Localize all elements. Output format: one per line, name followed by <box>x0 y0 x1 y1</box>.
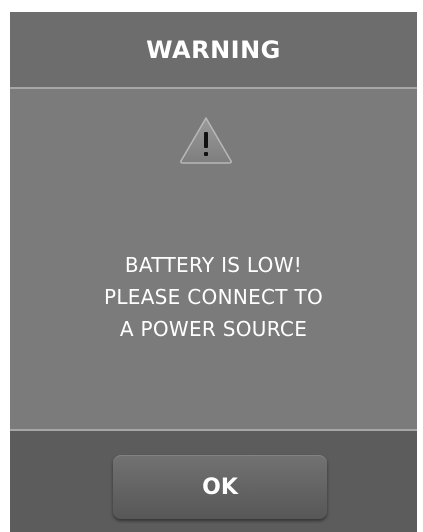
ok-button[interactable]: OK <box>113 455 327 519</box>
message-line: A POWER SOURCE <box>119 317 308 341</box>
message-line: PLEASE CONNECT TO <box>103 285 324 309</box>
dialog-header: WARNING <box>10 12 417 89</box>
warning-triangle-icon <box>180 117 232 164</box>
dialog-footer: OK <box>10 429 417 532</box>
message-line: BATTERY IS LOW! <box>124 253 303 277</box>
warning-message: BATTERY IS LOW! PLEASE CONNECT TO A POWE… <box>10 249 417 345</box>
dialog-title: WARNING <box>146 35 281 64</box>
dialog-body: BATTERY IS LOW! PLEASE CONNECT TO A POWE… <box>10 89 417 429</box>
warning-dialog: WARNING BATTERY IS LOW! PLEASE CONNECT T… <box>10 12 417 532</box>
